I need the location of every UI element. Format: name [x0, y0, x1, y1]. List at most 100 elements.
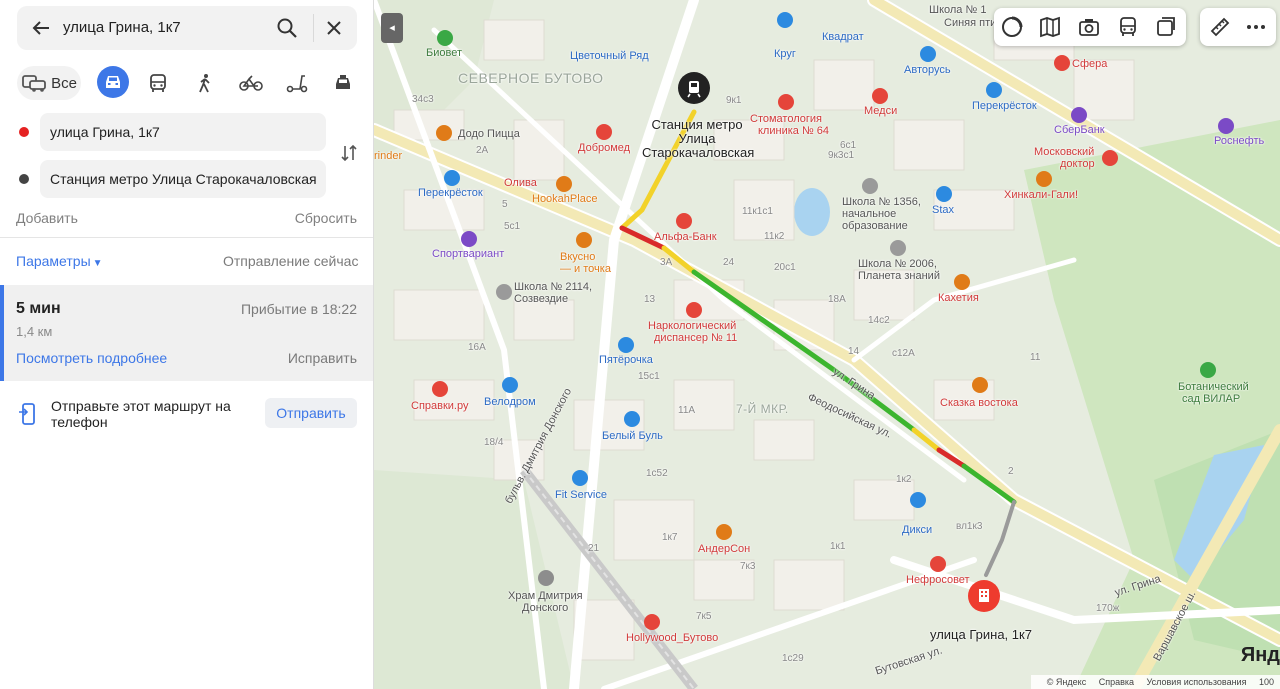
pizza-icon[interactable]	[436, 125, 452, 141]
route-point-from: улица Грина, 1к7	[17, 113, 327, 151]
poi-label: Ботанический	[1178, 381, 1249, 393]
pedestrian-icon	[199, 74, 210, 93]
fastfood-icon[interactable]	[576, 232, 592, 248]
clinic-icon[interactable]	[596, 124, 612, 140]
map-layers-toolbar	[994, 8, 1186, 46]
clinic-icon[interactable]	[1102, 150, 1118, 166]
panorama-camera-icon[interactable]	[1077, 15, 1101, 39]
to-value: Станция метро Улица Старокачаловская	[50, 171, 317, 187]
poi-label: Квадрат	[822, 31, 864, 43]
mode-car-button[interactable]	[97, 66, 129, 98]
to-field[interactable]: Станция метро Улица Старокачаловская	[40, 160, 326, 198]
reset-link[interactable]: Сбросить	[295, 210, 357, 226]
clinic-icon[interactable]	[872, 88, 888, 104]
supermarket-icon[interactable]	[986, 82, 1002, 98]
poi-label: АндерСон	[698, 543, 751, 555]
school-icon[interactable]	[862, 178, 878, 194]
mode-bus-button[interactable]	[142, 66, 174, 100]
help-link[interactable]: Справка	[1099, 677, 1134, 687]
add-point-link[interactable]: Добавить	[16, 210, 78, 226]
car-service-icon[interactable]	[920, 46, 936, 62]
map-view[interactable]: СЕВЕРНОЕ БУТОВО 7-Й МКР. ул. Грина ул. Г…	[374, 0, 1280, 689]
school-icon[interactable]	[496, 284, 512, 300]
pet-shop-icon[interactable]	[624, 411, 640, 427]
poi-label: Альфа-Банк	[654, 231, 717, 243]
poi-label: Синяя пти	[944, 17, 997, 29]
mode-bike-button[interactable]	[235, 66, 267, 100]
mode-taxi-button[interactable]	[327, 66, 359, 100]
collapse-sidebar-button[interactable]: ◂	[381, 13, 403, 43]
shop-icon[interactable]	[1054, 55, 1070, 71]
park-icon[interactable]	[1200, 362, 1216, 378]
ruler-icon[interactable]	[1208, 15, 1232, 39]
supermarket-icon[interactable]	[910, 492, 926, 508]
school-icon[interactable]	[890, 240, 906, 256]
poi-label: Fit Service	[555, 489, 607, 501]
building-number: 1с29	[782, 653, 804, 664]
building-number: 11А	[678, 405, 696, 416]
parameters-dropdown[interactable]: Параметры ▼	[16, 253, 103, 269]
mode-all-button[interactable]: Все	[17, 66, 81, 100]
building-number: 14	[848, 346, 860, 357]
close-icon[interactable]	[322, 16, 346, 40]
poi-label: диспансер № 11	[654, 332, 738, 344]
building-number: 7к5	[696, 611, 712, 622]
dental-icon[interactable]	[778, 94, 794, 110]
caret-down-icon: ▼	[92, 258, 103, 269]
poi-label: Пятёрочка	[599, 354, 653, 366]
supermarket-icon[interactable]	[618, 337, 634, 353]
car-service-icon[interactable]	[572, 470, 588, 486]
shop-icon[interactable]	[777, 12, 793, 28]
mode-scooter-button[interactable]	[281, 66, 313, 100]
poi-label: Цветочный Ряд	[570, 50, 649, 62]
restaurant-icon[interactable]	[972, 377, 988, 393]
from-field[interactable]: улица Грина, 1к7	[40, 113, 326, 151]
service-icon[interactable]	[432, 381, 448, 397]
destination-pin[interactable]	[968, 580, 1000, 612]
cafe-icon[interactable]	[556, 176, 572, 192]
cafe-icon[interactable]	[716, 524, 732, 540]
terms-link[interactable]: Условия использования	[1147, 677, 1247, 687]
clinic-icon[interactable]	[930, 556, 946, 572]
details-link[interactable]: Посмотреть подробнее	[16, 350, 167, 366]
taxi-icon	[336, 75, 350, 89]
bus-icon	[150, 74, 166, 92]
poi-label: сад ВИЛАР	[1182, 393, 1241, 405]
building-number: 34с3	[412, 94, 434, 105]
poi-label: HookahPlace	[532, 193, 598, 205]
building-number: 20с1	[774, 262, 796, 273]
route-option-card[interactable]: 5 мин 1,4 км Прибытие в 18:22 Посмотреть…	[0, 285, 373, 381]
fuel-icon[interactable]	[1218, 118, 1234, 134]
traffic-layer-icon[interactable]	[1000, 15, 1024, 39]
more-menu-icon[interactable]	[1244, 15, 1268, 39]
beauty-icon[interactable]	[644, 614, 660, 630]
vet-icon[interactable]	[437, 30, 453, 46]
search-icon[interactable]	[275, 16, 299, 40]
search-query[interactable]: улица Грина, 1к7	[63, 19, 181, 36]
swap-icon[interactable]	[339, 143, 359, 163]
back-arrow-icon[interactable]	[29, 16, 53, 40]
map-layers-icon[interactable]	[1038, 15, 1062, 39]
church-icon[interactable]	[538, 570, 554, 586]
layers-stack-icon[interactable]	[1154, 15, 1178, 39]
shop-icon[interactable]	[936, 186, 952, 202]
poi-label: Школа № 2114,	[514, 281, 593, 293]
bank-icon[interactable]	[1071, 107, 1087, 123]
bike-shop-icon[interactable]	[502, 377, 518, 393]
fix-link[interactable]: Исправить	[288, 350, 357, 366]
phone-icon	[19, 403, 35, 425]
restaurant-icon[interactable]	[954, 274, 970, 290]
supermarket-icon[interactable]	[444, 170, 460, 186]
sport-icon[interactable]	[461, 231, 477, 247]
transit-bus-icon[interactable]	[1116, 15, 1140, 39]
hospital-icon[interactable]	[686, 302, 702, 318]
mode-walk-button[interactable]	[189, 66, 221, 100]
bank-icon[interactable]	[676, 213, 692, 229]
departure-time[interactable]: Отправление сейчас	[223, 253, 358, 269]
restaurant-icon[interactable]	[1036, 171, 1052, 187]
send-button[interactable]: Отправить	[265, 398, 357, 428]
poi-label: Школа № 1356,	[842, 196, 921, 208]
search-bar[interactable]: улица Грина, 1к7	[17, 6, 357, 50]
metro-station-pin[interactable]	[678, 72, 710, 104]
poi-label: Перекрёсток	[418, 187, 483, 199]
